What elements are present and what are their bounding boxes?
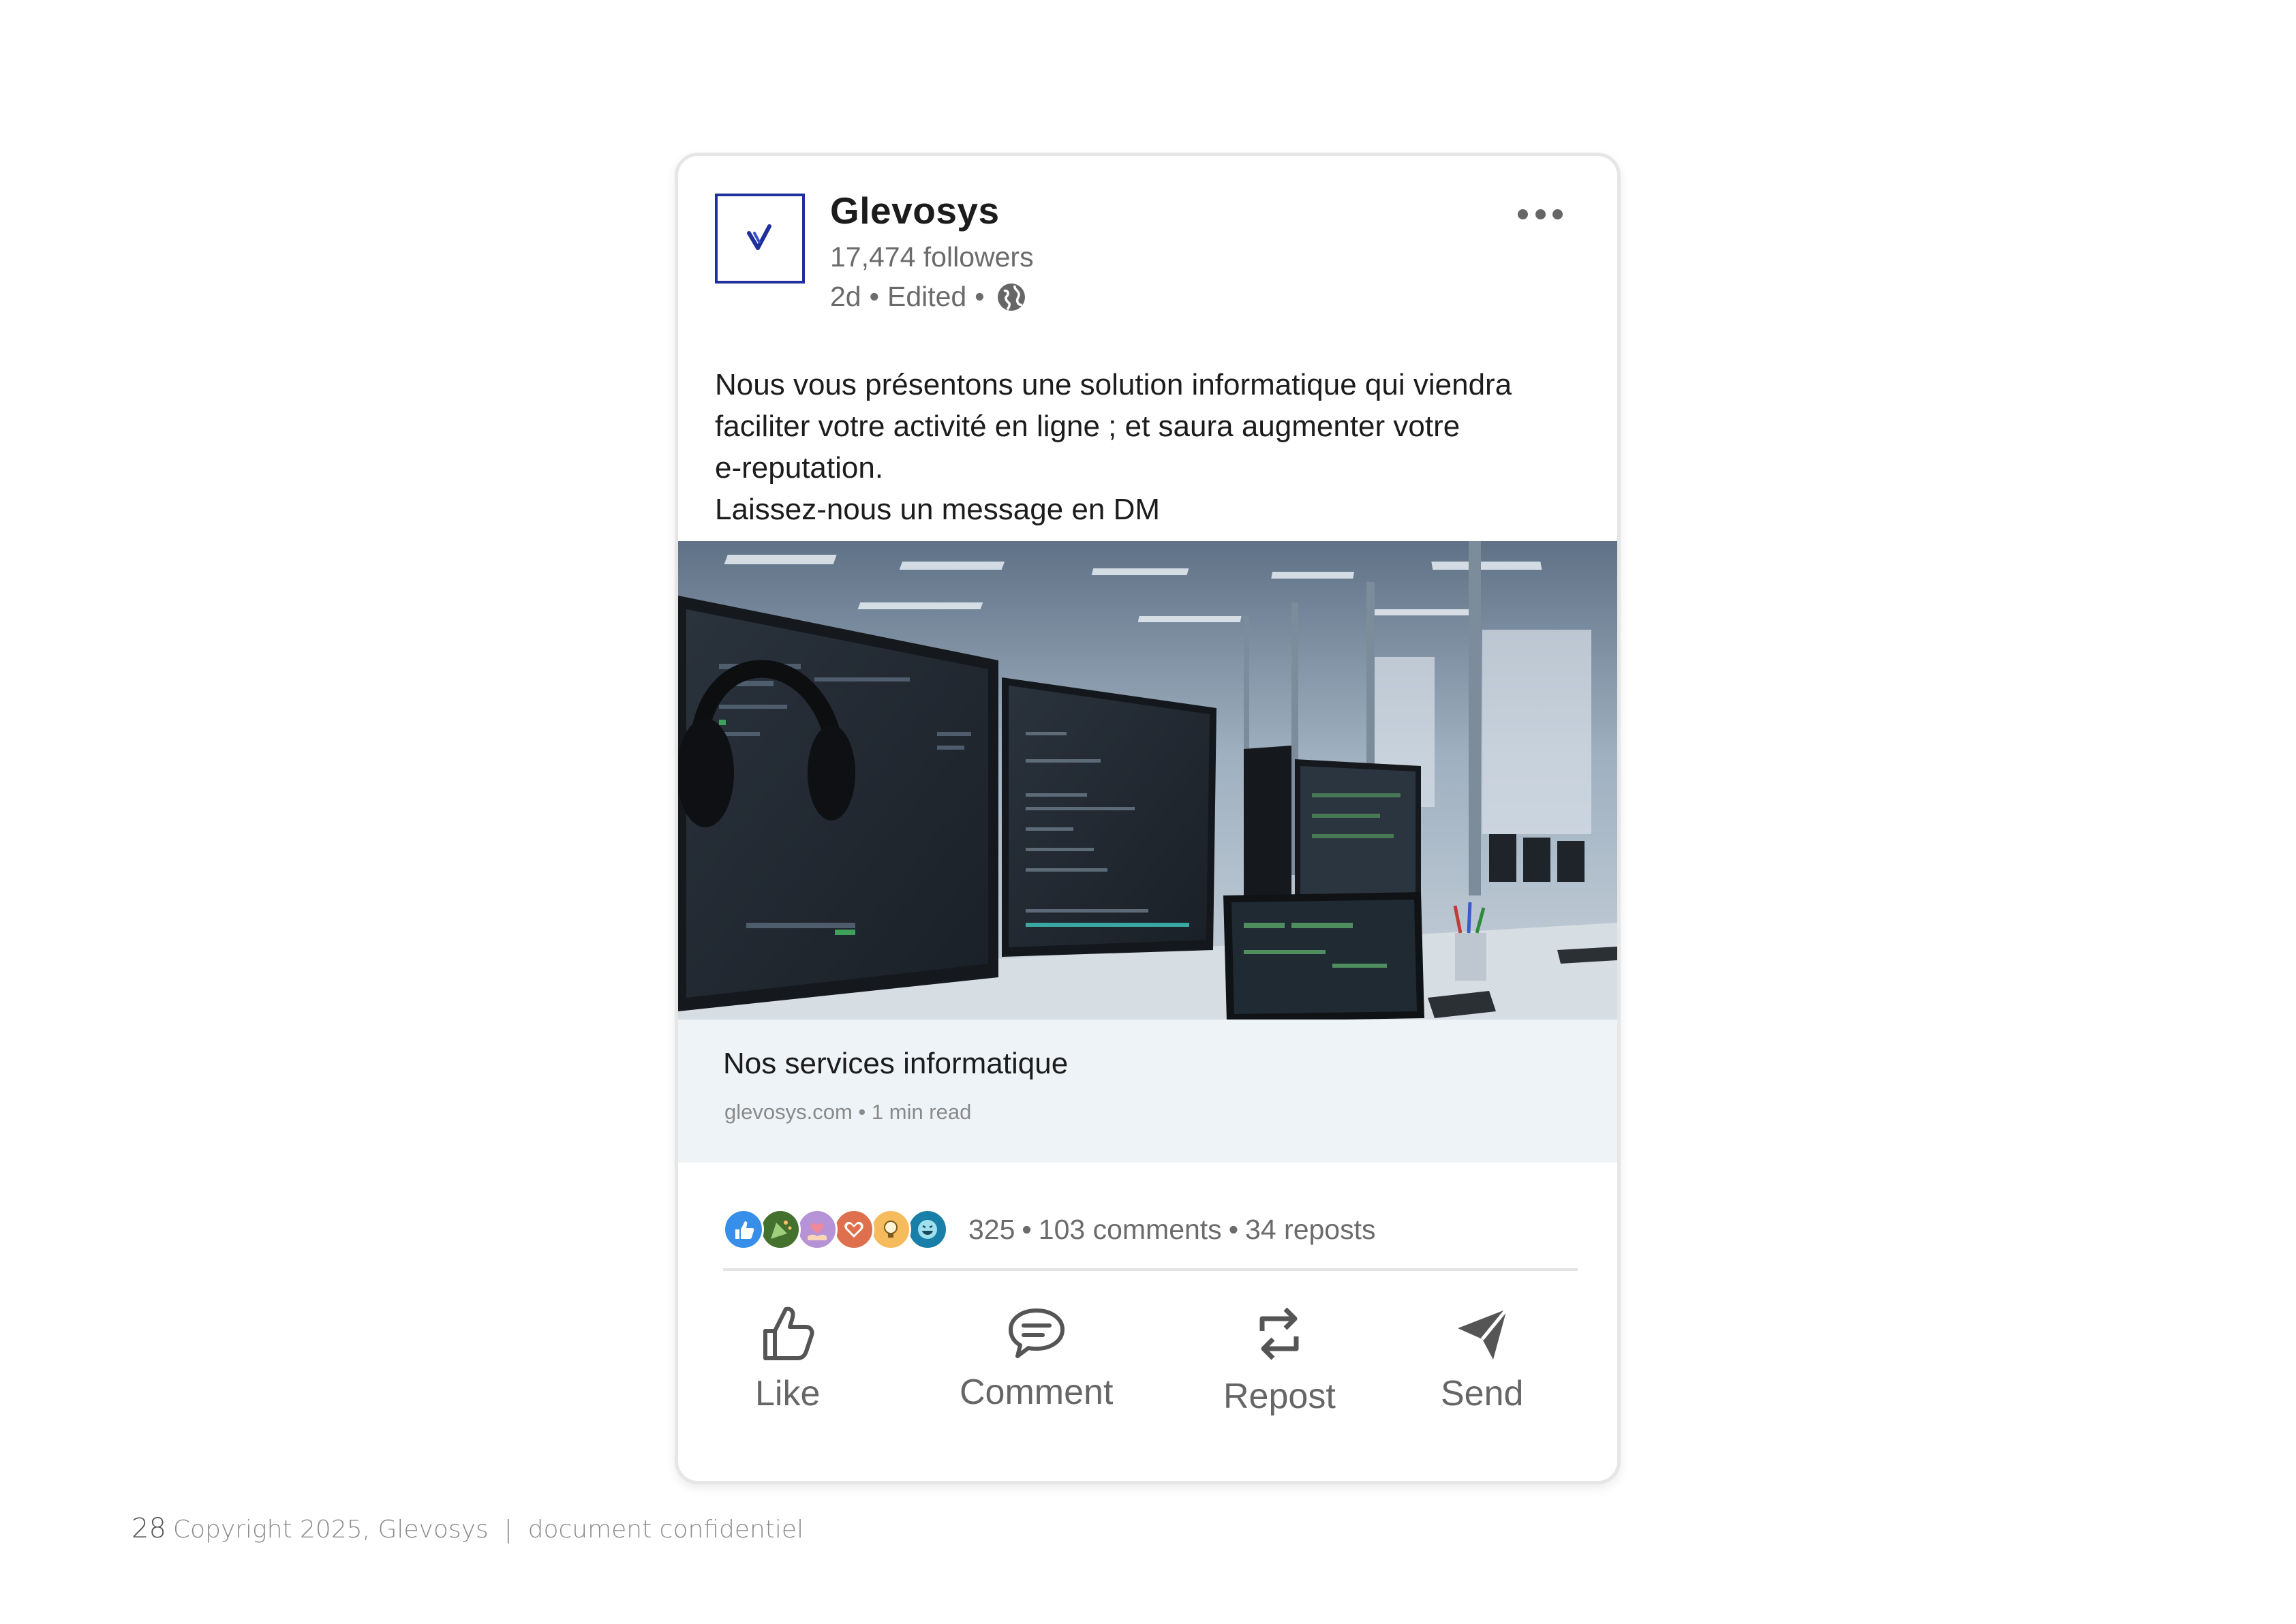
divider xyxy=(723,1268,1578,1271)
edited-label: Edited xyxy=(887,281,967,312)
engagement-stats: 325 • 103 comments • 34 reposts xyxy=(968,1214,1376,1246)
comment-button[interactable]: Comment xyxy=(960,1301,1113,1413)
link-preview-source: glevosys.com • 1 min read xyxy=(724,1100,971,1124)
glevosys-logo-icon xyxy=(747,224,771,250)
send-button[interactable]: Send xyxy=(1441,1301,1523,1414)
separator-dot: • xyxy=(858,1100,872,1124)
company-logo[interactable] xyxy=(715,194,805,284)
post-image[interactable] xyxy=(678,541,1617,1020)
post-text-line: Nous vous présentons une solution inform… xyxy=(715,368,1512,401)
love-icon xyxy=(833,1209,874,1250)
send-label: Send xyxy=(1441,1374,1524,1413)
separator-dot: • xyxy=(869,281,879,312)
separator-dot: • xyxy=(975,281,985,312)
thumbs-up-icon xyxy=(763,1306,814,1360)
insightful-icon xyxy=(870,1209,911,1250)
post-text-line: e-reputation. xyxy=(715,451,884,485)
post-card: Glevosys 17,474 followers 2d • Edited • … xyxy=(675,153,1621,1484)
footer-text: Copyright 2025, Glevosys | document conf… xyxy=(172,1516,804,1544)
like-icon xyxy=(723,1209,764,1250)
post-text-line: faciliter votre activité en ligne ; et s… xyxy=(715,410,1460,443)
post-text-line: Laissez-nous un message en DM xyxy=(715,493,1160,526)
page-number: 28 xyxy=(132,1513,166,1544)
comments-count[interactable]: 103 comments xyxy=(1039,1214,1222,1246)
link-read-time: 1 min read xyxy=(871,1100,972,1124)
post-meta: 2d • Edited • xyxy=(830,281,1027,313)
follower-count: 17,474 followers xyxy=(830,241,1034,273)
separator-dot: • xyxy=(1228,1213,1239,1245)
send-icon xyxy=(1457,1308,1508,1360)
link-preview-title: Nos services informatique xyxy=(723,1047,1069,1080)
separator-dot: • xyxy=(1022,1213,1032,1245)
funny-icon xyxy=(907,1209,948,1250)
support-icon xyxy=(797,1209,838,1250)
post-time: 2d xyxy=(830,281,861,312)
reposts-count[interactable]: 34 reposts xyxy=(1245,1214,1375,1246)
like-button[interactable]: Like xyxy=(755,1301,820,1414)
more-options-icon[interactable] xyxy=(1518,204,1563,224)
repost-button[interactable]: Repost xyxy=(1223,1301,1336,1417)
page-footer: 28 Copyright 2025, Glevosys | document co… xyxy=(132,1513,803,1544)
celebrate-icon xyxy=(760,1209,801,1250)
repost-label: Repost xyxy=(1223,1377,1336,1416)
reactions-summary: 325 • 103 comments • 34 reposts xyxy=(723,1209,1376,1250)
globe-icon xyxy=(996,281,1027,313)
comment-icon xyxy=(1008,1308,1065,1358)
reaction-count[interactable]: 325 xyxy=(968,1214,1015,1246)
repost-icon xyxy=(1259,1307,1299,1360)
link-domain: glevosys.com xyxy=(724,1100,853,1124)
page: Glevosys 17,474 followers 2d • Edited • … xyxy=(0,0,2296,1624)
comment-label: Comment xyxy=(960,1373,1114,1412)
post-body: Nous vous présentons une solution inform… xyxy=(715,364,1594,530)
reaction-icons[interactable] xyxy=(723,1209,948,1250)
link-preview[interactable]: Nos services informatique glevosys.com •… xyxy=(678,1020,1617,1163)
like-label: Like xyxy=(755,1374,821,1413)
author-name[interactable]: Glevosys xyxy=(830,189,1000,232)
